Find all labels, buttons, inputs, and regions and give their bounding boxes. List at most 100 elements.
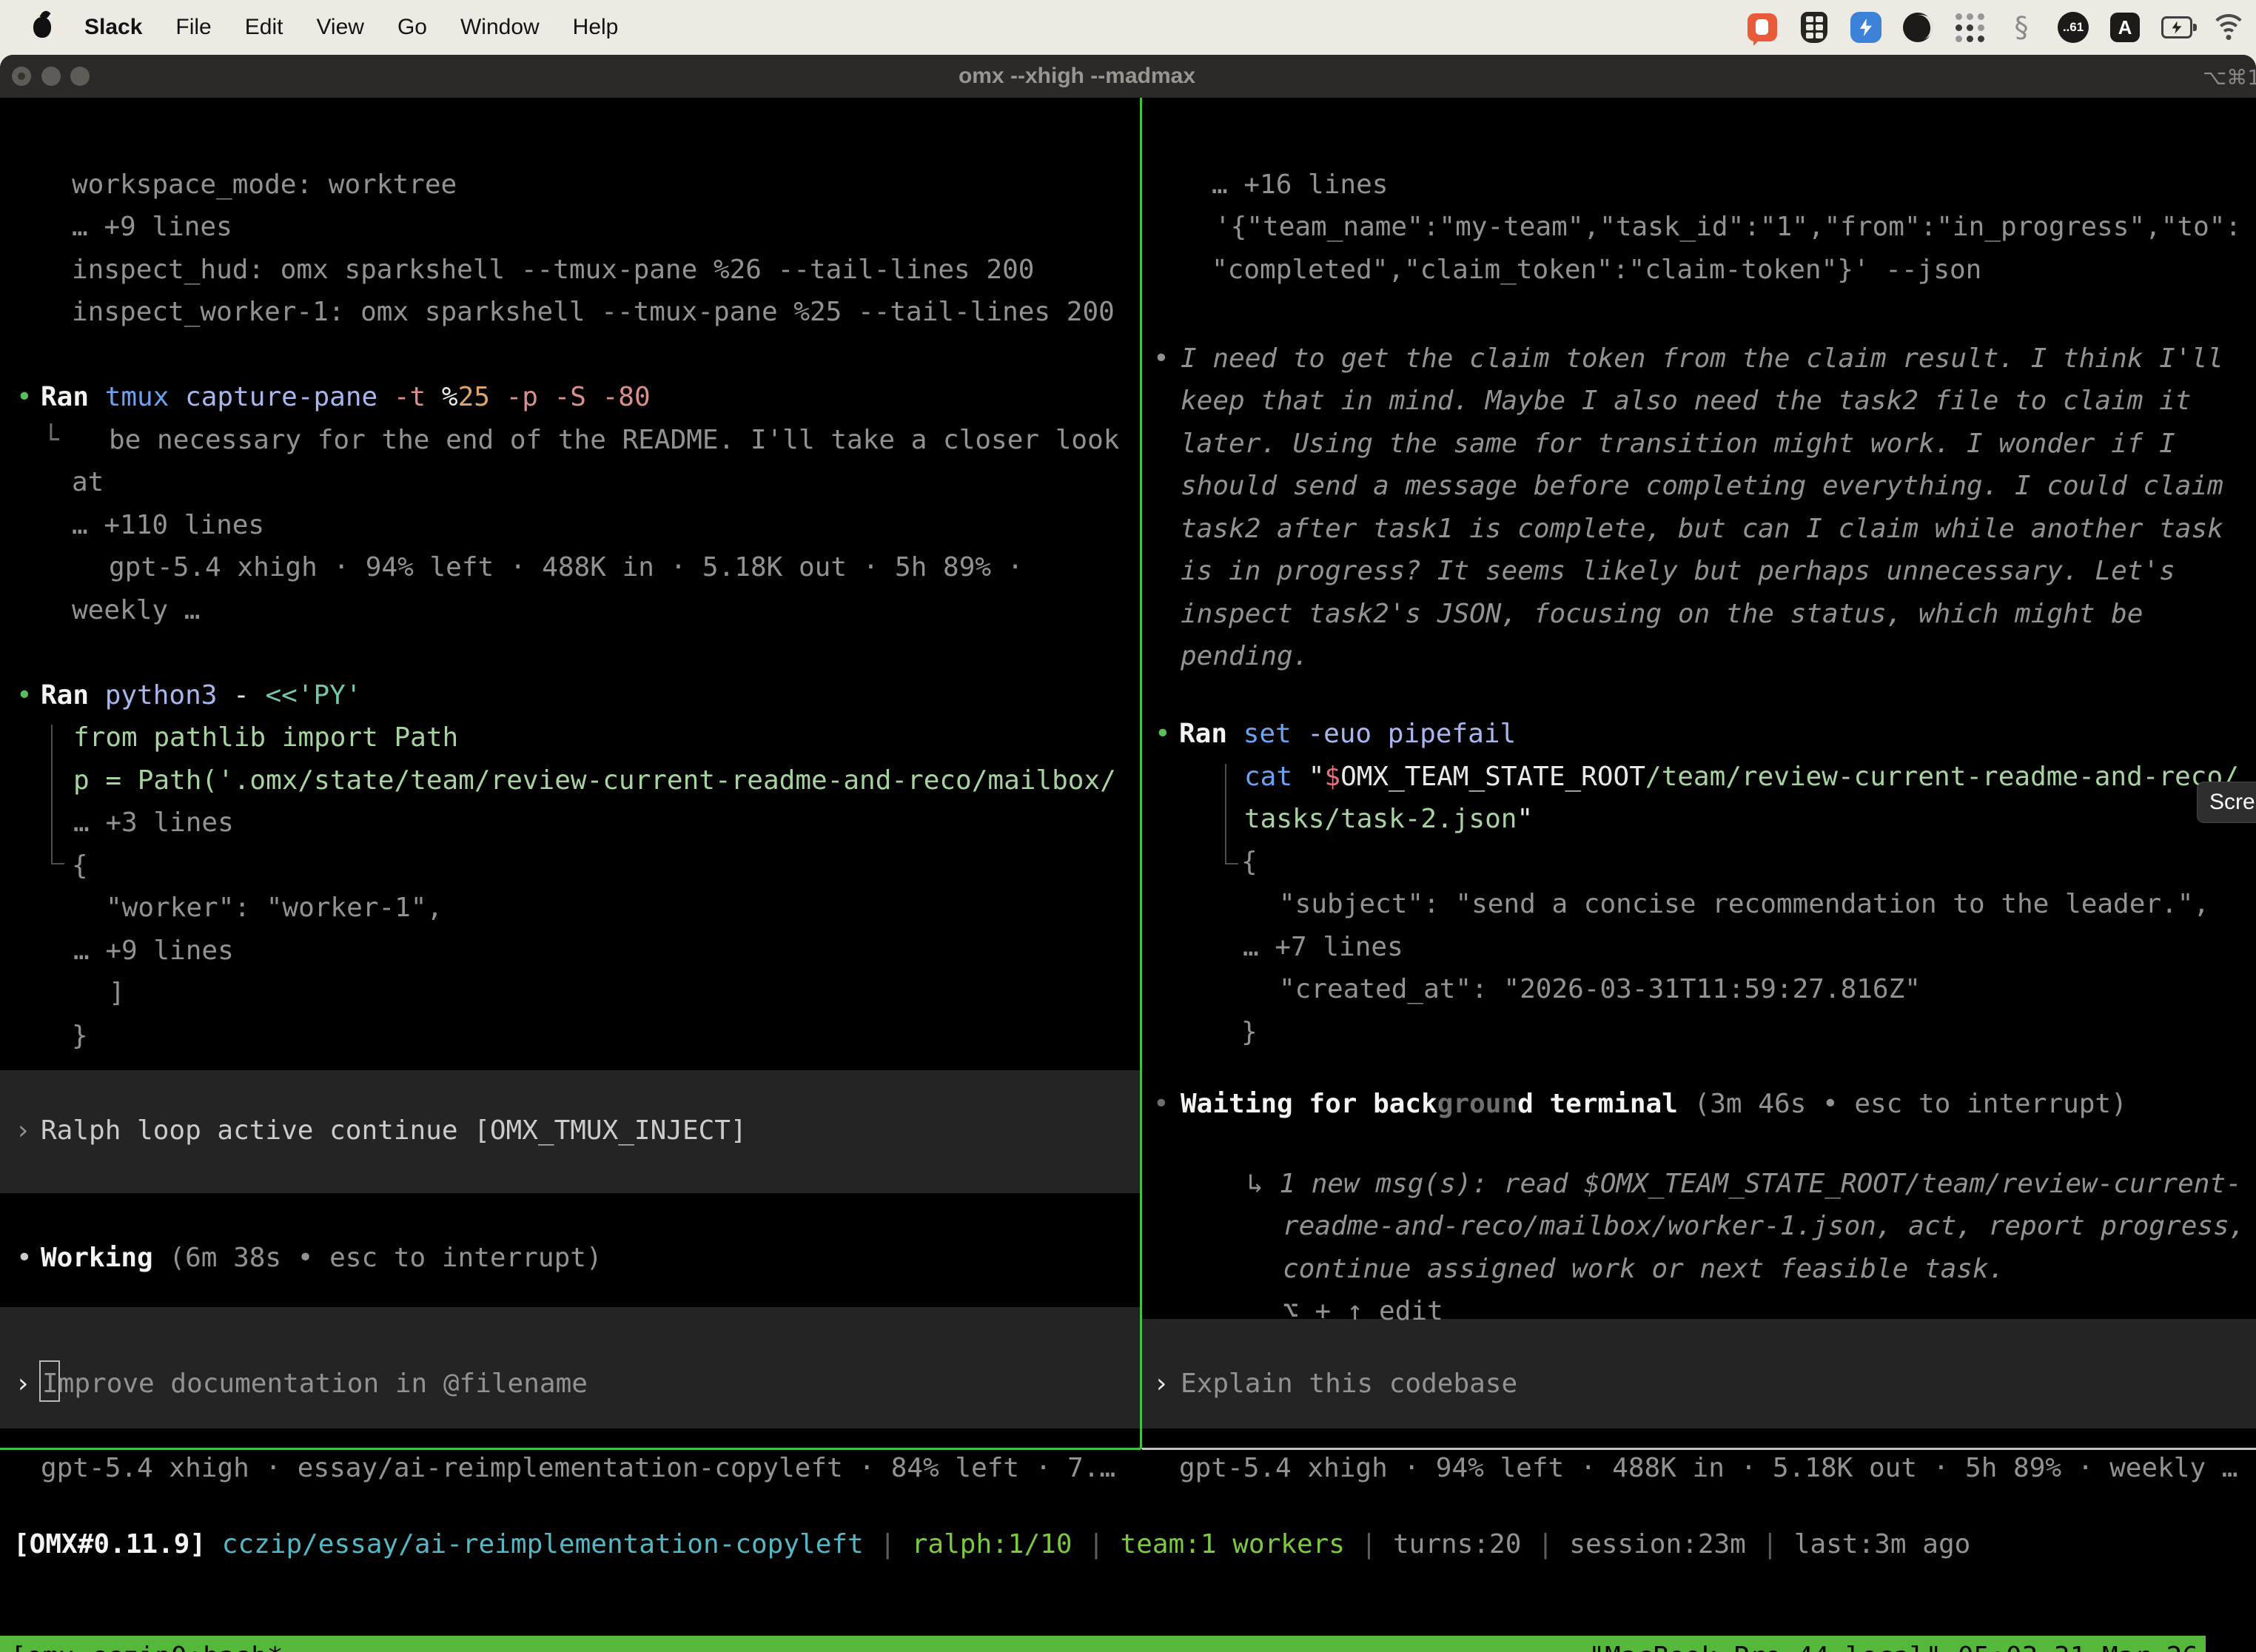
terminal-line: "subject": "send a concise recommendatio…	[1279, 885, 2209, 924]
terminal-line: •	[16, 676, 33, 715]
terminal-line: workspace_mode: worktree	[72, 166, 457, 204]
pane-divider-vertical[interactable]	[1140, 98, 1142, 1449]
terminal-line: cat "$OMX_TEAM_STATE_ROOT/team/review-cu…	[1244, 758, 2239, 796]
terminal-line: •	[16, 1239, 33, 1277]
terminal-line: … +3 lines	[73, 804, 234, 842]
timer-badge-icon[interactable]: ..61	[2058, 12, 2089, 43]
menu-item-view[interactable]: View	[316, 15, 363, 40]
close-button[interactable]	[12, 67, 31, 86]
terminal-line: readme-and-reco/mailbox/worker-1.json, a…	[1283, 1207, 2245, 1246]
terminal-line: be necessary for the end of the README. …	[109, 421, 1119, 460]
terminal-line: •	[1155, 715, 1171, 753]
terminal-line: gpt-5.4 xhigh · 94% left · 488K in · 5.1…	[109, 548, 1023, 587]
screen-share-tooltip: Scre	[2197, 782, 2256, 823]
menu-item-app[interactable]: Slack	[84, 15, 142, 40]
wifi-icon[interactable]	[2213, 12, 2244, 43]
terminal-line: keep that in mind. Maybe I also need the…	[1181, 382, 2191, 420]
terminal-line: at	[72, 463, 104, 502]
window-title: omx --xhigh --madmax	[959, 64, 1195, 89]
terminal-line: … +9 lines	[73, 932, 234, 970]
terminal-line: •	[16, 378, 33, 417]
terminal-line: tasks/task-2.json"	[1244, 800, 1533, 839]
input-source-label: A	[2110, 13, 2140, 42]
apple-menu-icon[interactable]	[33, 17, 51, 38]
terminal-line: should send a message before completing …	[1181, 467, 2223, 506]
minimize-button[interactable]	[41, 67, 61, 86]
terminal-line: … +7 lines	[1243, 928, 1403, 967]
tmux-host-datetime: "MacBook-Pro-44.local" 05:03 31-Mar-26	[1588, 1636, 2198, 1652]
terminal-line: ›	[1153, 1365, 1169, 1403]
night-shift-icon[interactable]	[1902, 12, 1933, 43]
terminal-line: inspect_hud: omx sparkshell --tmux-pane …	[72, 251, 1034, 289]
menu-bar: Slack File Edit View Go Window Help § ..…	[0, 0, 2256, 55]
terminal-line: … +16 lines	[1212, 166, 1388, 204]
terminal-line: ↳ 1 new msg(s): read $OMX_TEAM_STATE_ROO…	[1247, 1165, 2242, 1203]
app-grid-icon[interactable]	[1954, 12, 1985, 43]
terminal-line: "worker": "worker-1",	[106, 889, 443, 927]
terminal-line: pending.	[1181, 637, 1309, 676]
terminal-line: {	[1241, 843, 1258, 882]
menu-item-window[interactable]: Window	[460, 15, 540, 40]
menu-item-file[interactable]: File	[175, 15, 211, 40]
sync-app-icon[interactable]	[1850, 12, 1881, 43]
terminal-line: I need to get the claim token from the c…	[1181, 340, 2223, 378]
terminal-line: ›	[15, 1112, 31, 1150]
terminal-line: }	[1241, 1013, 1258, 1052]
menu-bar-status-icons: § ..61 A	[1747, 12, 2256, 43]
timer-badge-label: ..61	[2058, 12, 2089, 43]
terminal-line: inspect task2's JSON, focusing on the st…	[1181, 595, 2143, 634]
terminal-line: "created_at": "2026-03-31T11:59:27.816Z"	[1279, 970, 1921, 1009]
terminal-line: … +110 lines	[72, 506, 264, 545]
terminal-line: Waiting for background terminal (3m 46s …	[1181, 1085, 2127, 1124]
terminal-line: Ralph loop active continue [OMX_TMUX_INJ…	[41, 1112, 747, 1150]
clip-tool-icon[interactable]: §	[2006, 12, 2037, 43]
terminal-line: ›	[15, 1365, 31, 1403]
window-title-bar[interactable]: omx --xhigh --madmax ⌥⌘1	[0, 55, 2256, 98]
privacy-shield-icon[interactable]	[1799, 12, 1830, 43]
terminal-line: ]	[109, 974, 125, 1013]
terminal-line: gpt-5.4 xhigh · 94% left · 488K in · 5.1…	[1179, 1449, 2237, 1488]
terminal-content[interactable]: workspace_mode: worktree … +9 lines inspec…	[0, 98, 2256, 1652]
terminal-line: •	[1153, 340, 1169, 378]
terminal-line: later. Using the same for transition mig…	[1181, 425, 2175, 463]
output-connector	[51, 725, 64, 864]
input-source-icon[interactable]: A	[2109, 12, 2141, 43]
screen-recording-icon[interactable]	[1747, 12, 1778, 43]
terminal-line: Improve documentation in @filename	[42, 1365, 588, 1403]
terminal-line: Explain this codebase	[1181, 1365, 1517, 1403]
terminal-line: ⌥ + ↑ edit	[1283, 1292, 1443, 1331]
terminal-line: task2 after task1 is complete, but can I…	[1181, 510, 2223, 548]
pane-border-bottom-right	[1142, 1448, 2256, 1450]
terminal-line: Working (6m 38s • esc to interrupt)	[41, 1239, 602, 1277]
menu-item-edit[interactable]: Edit	[245, 15, 283, 40]
menu-item-go[interactable]: Go	[397, 15, 427, 40]
terminal-line: •	[1153, 1085, 1169, 1124]
terminal-line: "completed","claim_token":"claim-token"}…	[1212, 251, 1981, 289]
terminal-line: }	[72, 1017, 88, 1055]
terminal-line: inspect_worker-1: omx sparkshell --tmux-…	[72, 293, 1115, 332]
tmux-session-label: [omx-cczip0:bash*	[10, 1636, 283, 1652]
terminal-line: weekly …	[72, 591, 200, 630]
terminal-line: '{"team_name":"my-team","task_id":"1","f…	[1215, 208, 2241, 246]
tmux-status-bar[interactable]: [omx-cczip0:bash* "MacBook-Pro-44.local"…	[0, 1636, 2206, 1652]
terminal-line: gpt-5.4 xhigh · essay/ai-reimplementatio…	[41, 1449, 1115, 1488]
battery-icon[interactable]	[2161, 12, 2192, 43]
terminal-line: └	[43, 421, 59, 460]
terminal-line: from pathlib import Path	[73, 719, 458, 757]
output-connector	[1225, 764, 1238, 864]
terminal-pane-left[interactable]: workspace_mode: worktree … +9 lines inspec…	[0, 98, 1141, 1652]
pane-border-bottom-left	[0, 1448, 1141, 1450]
terminal-window: omx --xhigh --madmax ⌥⌘1 workspace_mode:…	[0, 55, 2256, 1652]
terminal-line: continue assigned work or next feasible …	[1283, 1250, 2004, 1289]
menu-item-help[interactable]: Help	[573, 15, 619, 40]
window-shortcut-hint: ⌥⌘1	[2203, 65, 2256, 90]
terminal-line: Ran python3 - <<'PY'	[41, 676, 362, 715]
omx-hud-status-line: [OMX#0.11.9] cczip/essay/ai-reimplementa…	[13, 1529, 1970, 1559]
terminal-line: {	[72, 847, 88, 885]
terminal-line: … +9 lines	[72, 208, 232, 246]
zoom-button[interactable]	[70, 67, 90, 86]
terminal-line: Ran tmux capture-pane -t %25 -p -S -80	[41, 378, 651, 417]
terminal-line: p = Path('.omx/state/team/review-current…	[73, 762, 1116, 800]
terminal-line: Ran set -euo pipefail	[1179, 715, 1516, 753]
menu-bar-left: Slack File Edit View Go Window Help	[0, 15, 618, 40]
